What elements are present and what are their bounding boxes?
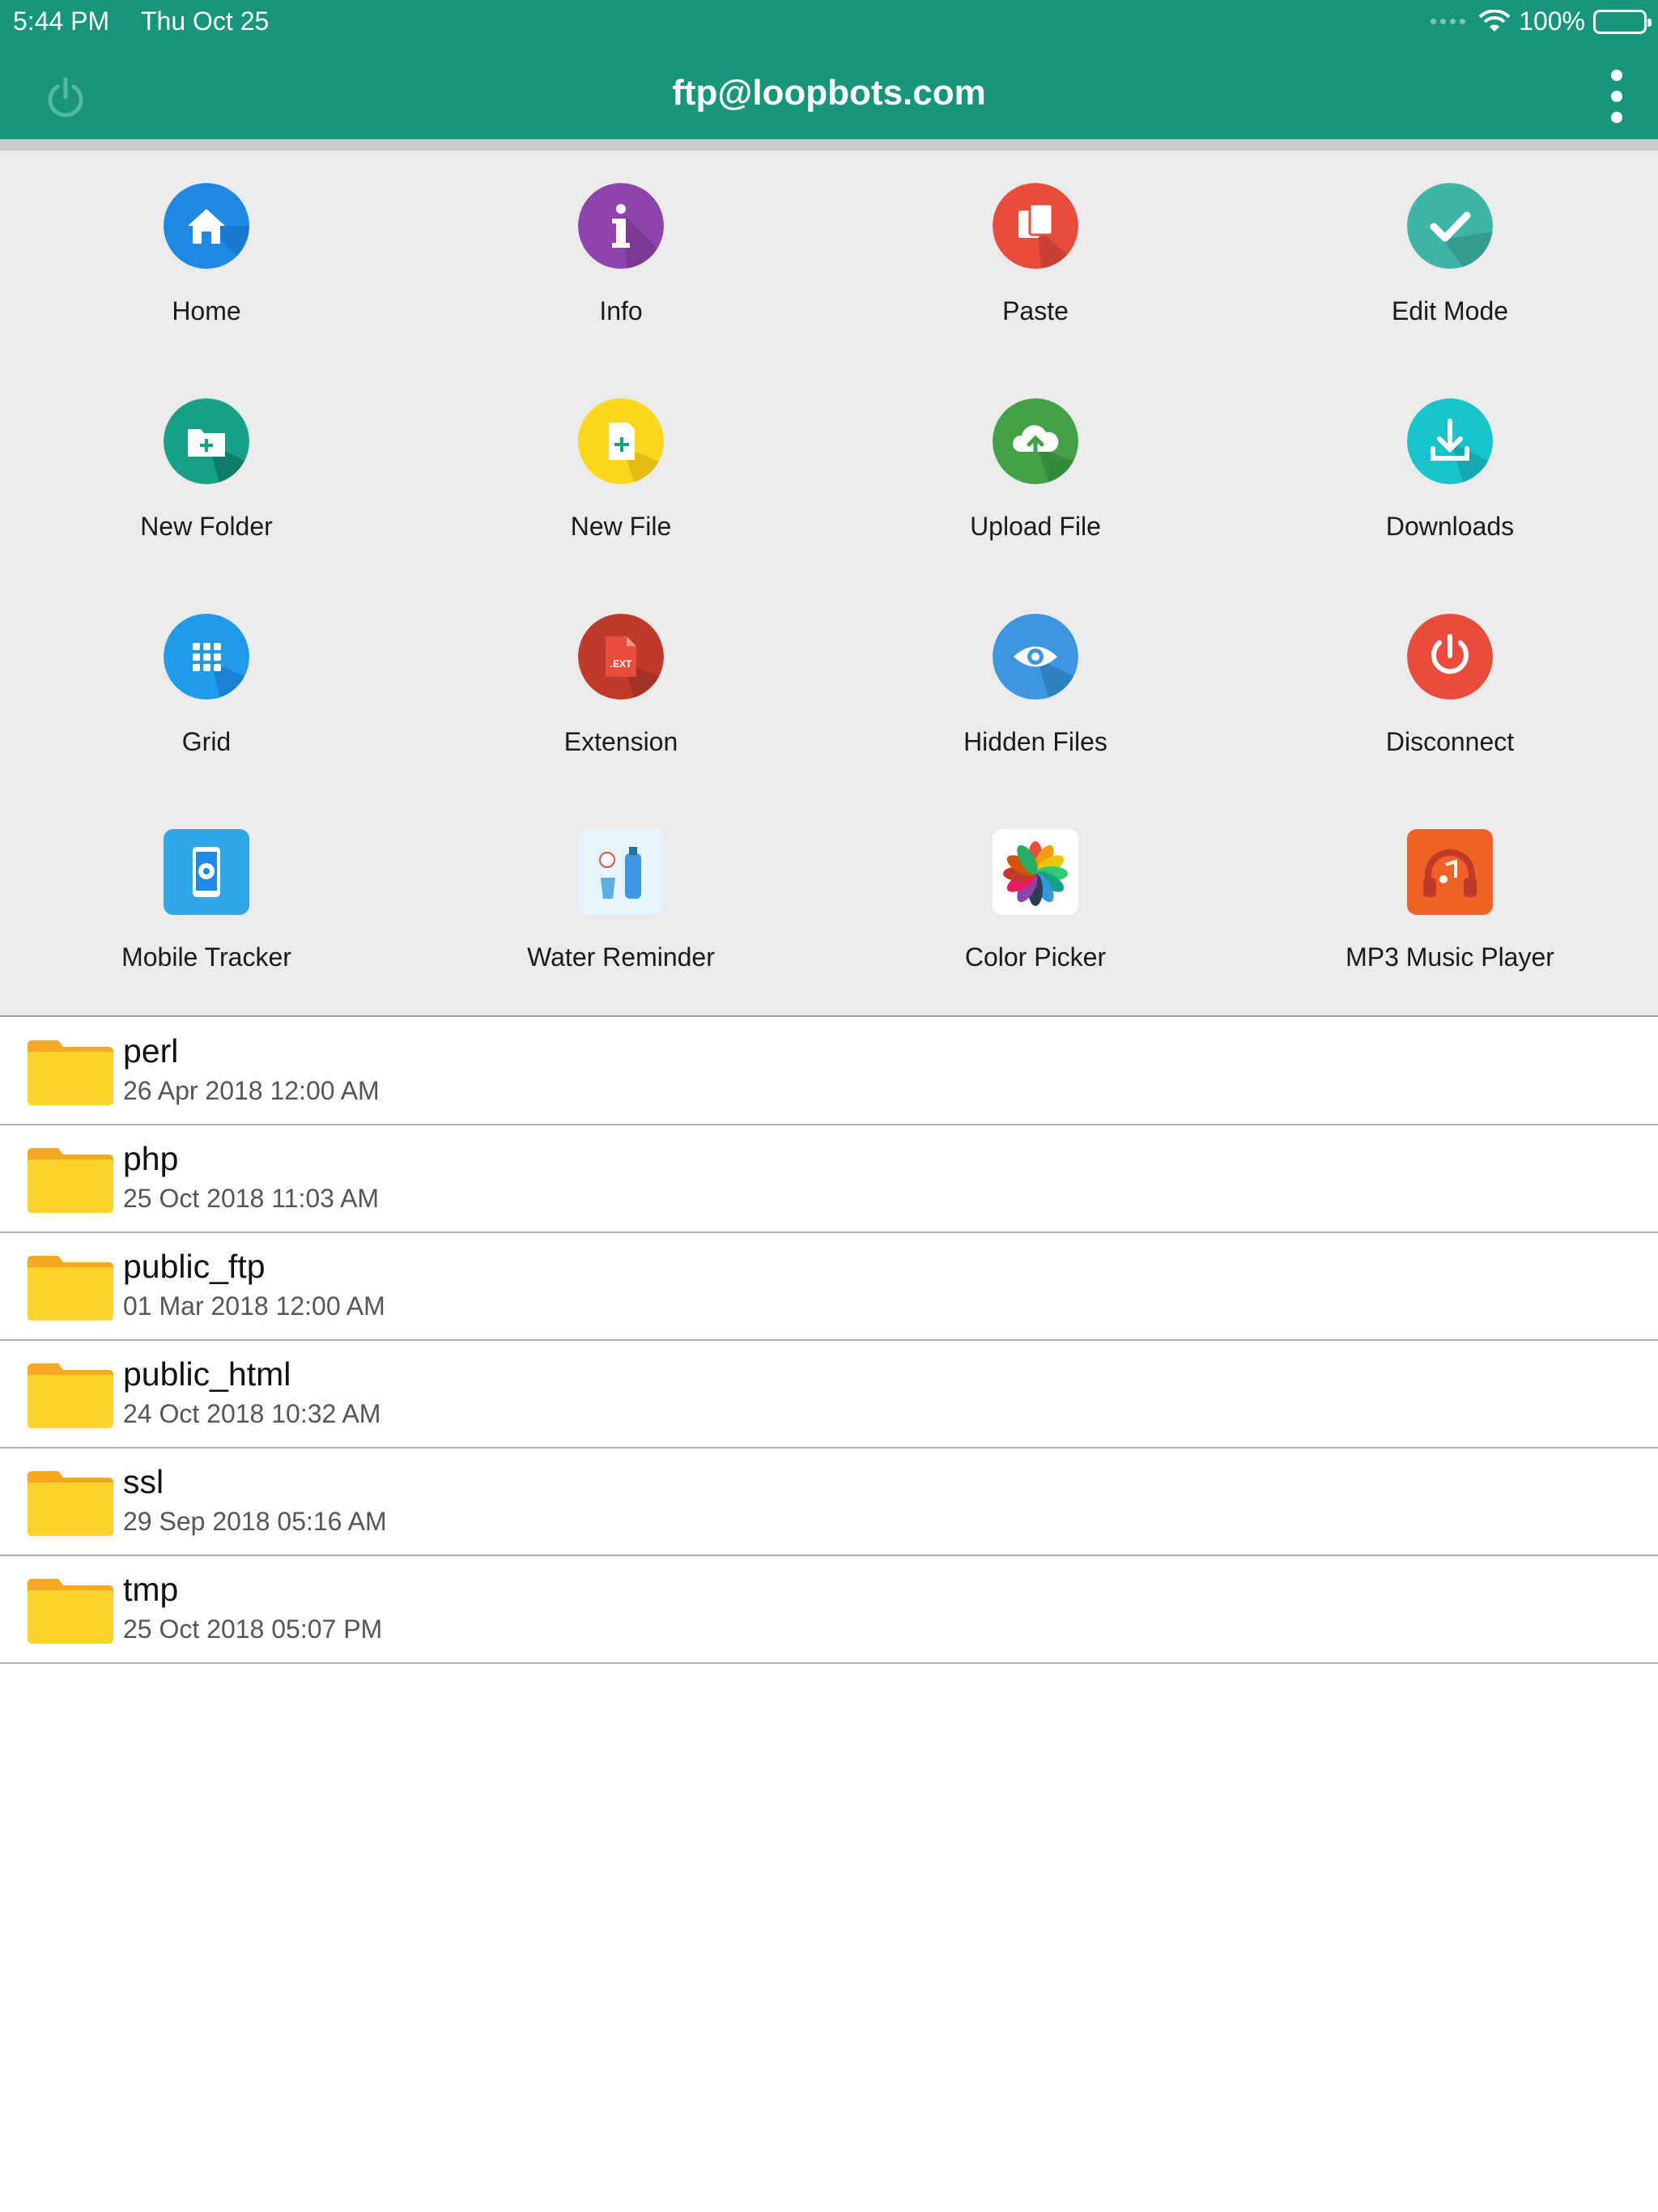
extension-label: Extension — [563, 727, 678, 756]
water-reminder-label: Water Reminder — [527, 942, 715, 972]
page-title: ftp@loopbots.com — [672, 73, 986, 113]
file-name: ssl — [123, 1463, 164, 1500]
new-folder-button[interactable]: New Folder — [45, 366, 368, 544]
new-file-label: New File — [570, 512, 672, 541]
mp3-music-player-app[interactable]: MP3 Music Player — [1288, 797, 1612, 975]
color-picker-app-icon — [993, 829, 1078, 915]
mobile-tracker-label: Mobile Tracker — [121, 942, 291, 972]
status-bar: 5:44 PM Thu Oct 25 100% — [0, 0, 1658, 45]
new-file-button[interactable]: New File — [459, 366, 783, 544]
file-name: public_ftp — [123, 1248, 266, 1285]
header-divider — [0, 139, 1658, 151]
list-item[interactable]: ssl 29 Sep 2018 05:16 AM — [0, 1448, 1658, 1556]
folder-icon — [28, 1040, 113, 1105]
cellular-signal-icon — [1431, 19, 1466, 24]
upload-file-button[interactable]: Upload File — [874, 366, 1197, 544]
folder-icon — [28, 1579, 113, 1644]
folder-icon — [28, 1148, 113, 1213]
color-picker-label: Color Picker — [964, 942, 1107, 972]
disconnect-label: Disconnect — [1385, 727, 1515, 756]
new-folder-label: New Folder — [140, 512, 273, 541]
paste-icon — [993, 183, 1078, 269]
downloads-button[interactable]: Downloads — [1288, 366, 1612, 544]
info-icon — [578, 183, 664, 269]
edit-mode-button[interactable]: Edit Mode — [1288, 151, 1612, 329]
grid-button[interactable]: Grid — [45, 581, 368, 759]
mp3-player-app-icon — [1407, 829, 1493, 915]
hidden-files-button[interactable]: Hidden Files — [874, 581, 1197, 759]
hidden-files-label: Hidden Files — [963, 727, 1107, 756]
folder-icon — [28, 1363, 113, 1428]
file-date: 26 Apr 2018 12:00 AM — [123, 1076, 380, 1105]
checkmark-icon — [1407, 183, 1493, 269]
water-reminder-app[interactable]: Water Reminder — [459, 797, 783, 975]
info-label: Info — [599, 296, 643, 325]
top-bar: 5:44 PM Thu Oct 25 100% ftp@loopbots.com — [0, 0, 1658, 139]
mobile-tracker-app-icon — [164, 829, 249, 915]
more-menu-icon[interactable] — [1605, 70, 1629, 123]
edit-mode-label: Edit Mode — [1391, 296, 1509, 325]
cloud-upload-icon — [993, 398, 1078, 484]
downloads-label: Downloads — [1385, 512, 1515, 541]
list-item[interactable]: tmp 25 Oct 2018 05:07 PM — [0, 1556, 1658, 1664]
color-picker-app[interactable]: Color Picker — [874, 797, 1197, 975]
file-date: 24 Oct 2018 10:32 AM — [123, 1399, 381, 1428]
extension-icon: .EXT — [578, 614, 664, 700]
folder-icon — [28, 1256, 113, 1321]
file-list: perl 26 Apr 2018 12:00 AM php 25 Oct 201… — [0, 1018, 1658, 1664]
mobile-tracker-app[interactable]: Mobile Tracker — [45, 797, 368, 975]
grid-label: Grid — [181, 727, 232, 756]
status-date: Thu Oct 25 — [141, 6, 270, 36]
eye-icon — [993, 614, 1078, 700]
power-icon — [1407, 614, 1493, 700]
file-date: 25 Oct 2018 05:07 PM — [123, 1614, 383, 1644]
info-button[interactable]: Info — [459, 151, 783, 329]
home-icon — [164, 183, 249, 269]
file-date: 01 Mar 2018 12:00 AM — [123, 1291, 385, 1321]
paste-button[interactable]: Paste — [874, 151, 1197, 329]
mp3-music-player-label: MP3 Music Player — [1346, 942, 1554, 972]
list-item[interactable]: php 25 Oct 2018 11:03 AM — [0, 1125, 1658, 1233]
file-name: public_html — [123, 1355, 291, 1393]
wifi-icon — [1478, 9, 1511, 32]
upload-file-label: Upload File — [970, 512, 1101, 541]
grid-icon — [164, 614, 249, 700]
status-time: 5:44 PM — [13, 6, 110, 36]
new-folder-icon — [164, 398, 249, 484]
home-label: Home — [172, 296, 241, 325]
extension-button[interactable]: .EXT Extension — [459, 581, 783, 759]
file-name: php — [123, 1140, 179, 1177]
list-item[interactable]: public_ftp 01 Mar 2018 12:00 AM — [0, 1233, 1658, 1341]
new-file-icon — [578, 398, 664, 484]
list-item[interactable]: perl 26 Apr 2018 12:00 AM — [0, 1018, 1658, 1125]
actions-panel: Home Info Paste Edit Mode New Folder New… — [0, 151, 1658, 1017]
file-name: perl — [123, 1032, 179, 1070]
battery-percent: 100% — [1519, 6, 1585, 36]
list-item[interactable]: public_html 24 Oct 2018 10:32 AM — [0, 1341, 1658, 1448]
download-icon — [1407, 398, 1493, 484]
home-button[interactable]: Home — [45, 151, 368, 329]
paste-label: Paste — [1002, 296, 1069, 325]
file-date: 25 Oct 2018 11:03 AM — [123, 1184, 380, 1213]
folder-icon — [28, 1471, 113, 1536]
file-name: tmp — [123, 1571, 179, 1608]
water-reminder-app-icon — [578, 829, 664, 915]
file-date: 29 Sep 2018 05:16 AM — [123, 1507, 387, 1536]
disconnect-button[interactable]: Disconnect — [1288, 581, 1612, 759]
battery-icon — [1593, 9, 1652, 34]
svg-text:.EXT: .EXT — [610, 658, 632, 670]
